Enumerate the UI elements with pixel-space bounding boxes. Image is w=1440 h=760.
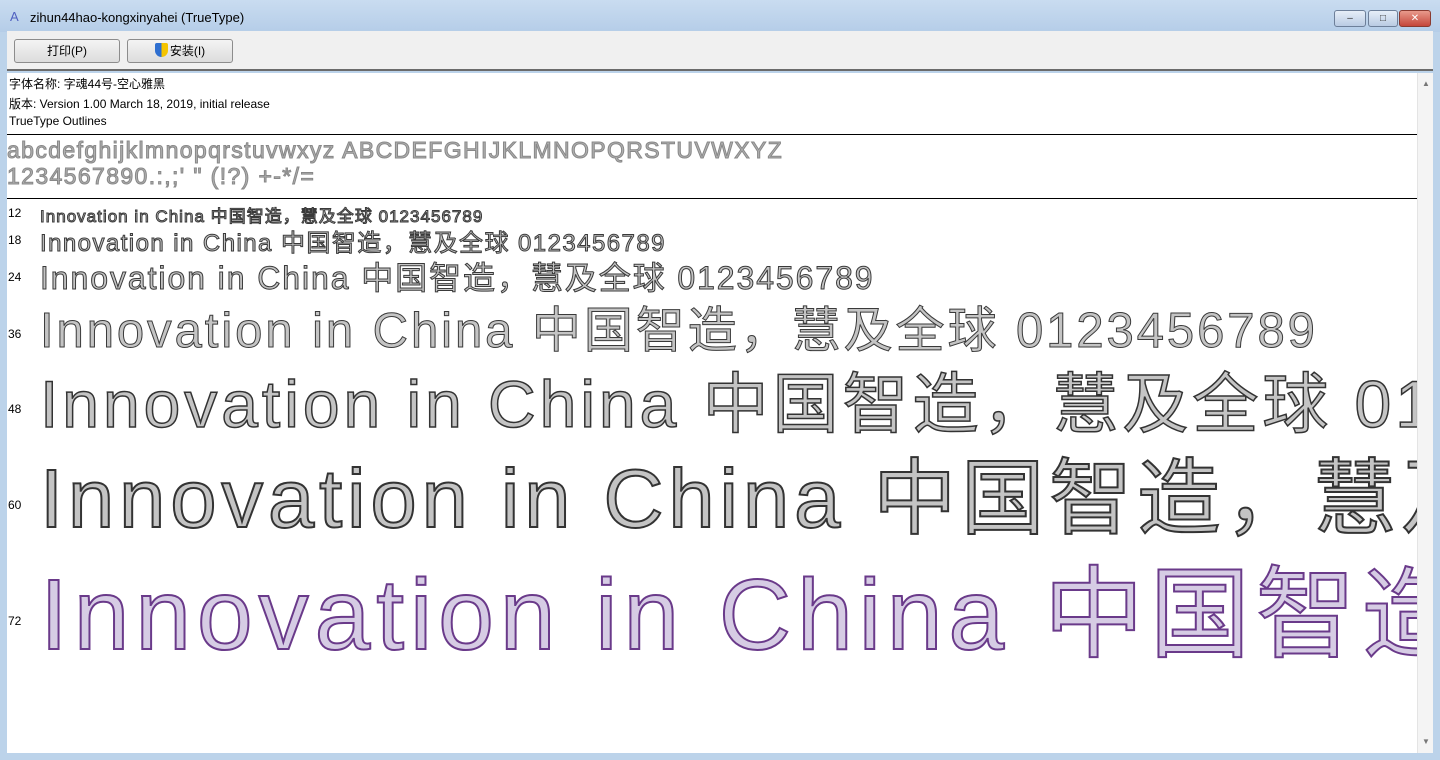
sample-72: Innovation in China 中国智造，慧及全球 0123456789 xyxy=(39,558,1417,672)
scroll-up-icon[interactable]: ▲ xyxy=(1422,79,1430,88)
sample-size: 48 xyxy=(8,402,22,416)
install-label: 安装(I) xyxy=(169,44,206,58)
sample-size: 60 xyxy=(8,498,22,512)
sample-size: 12 xyxy=(8,206,22,220)
sample-size: 24 xyxy=(8,270,22,284)
font-name: 字体名称: 字魂44号-空心雅黑 xyxy=(9,77,166,91)
scroll-down-icon[interactable]: ▼ xyxy=(1422,737,1430,746)
minimize-button[interactable]: – xyxy=(1334,10,1366,27)
toolbar: 打印(P) 安装(I) xyxy=(7,31,1433,71)
print-label: 打印(P) xyxy=(47,44,87,58)
font-outline-type: TrueType Outlines xyxy=(9,114,107,128)
font-version: 版本: Version 1.00 March 18, 2019, initial… xyxy=(9,97,270,111)
sample-size: 72 xyxy=(8,614,22,628)
divider xyxy=(7,134,1417,135)
window-title: zihun44hao-kongxinyahei (TrueType) xyxy=(30,10,245,25)
font-preview: 字体名称: 字魂44号-空心雅黑 版本: Version 1.00 March … xyxy=(7,73,1417,753)
close-button[interactable]: ✕ xyxy=(1399,10,1431,27)
uac-shield-icon xyxy=(154,43,168,57)
vertical-scrollbar[interactable]: ▲ ▼ xyxy=(1417,73,1433,753)
charset-digits: 1234567890.:,;' " (!?) +-*/= xyxy=(7,163,316,190)
font-app-icon: A xyxy=(10,9,19,24)
maximize-button[interactable]: □ xyxy=(1368,10,1398,27)
charset-letters: abcdefghijklmnopqrstuvwxyz ABCDEFGHIJKLM… xyxy=(7,137,784,164)
print-button[interactable]: 打印(P) xyxy=(14,39,120,63)
divider xyxy=(7,198,1417,199)
install-button[interactable]: 安装(I) xyxy=(127,39,233,63)
title-bar: A zihun44hao-kongxinyahei (TrueType) – □… xyxy=(0,0,1440,32)
sample-size: 18 xyxy=(8,233,22,247)
sample-size: 36 xyxy=(8,327,22,341)
